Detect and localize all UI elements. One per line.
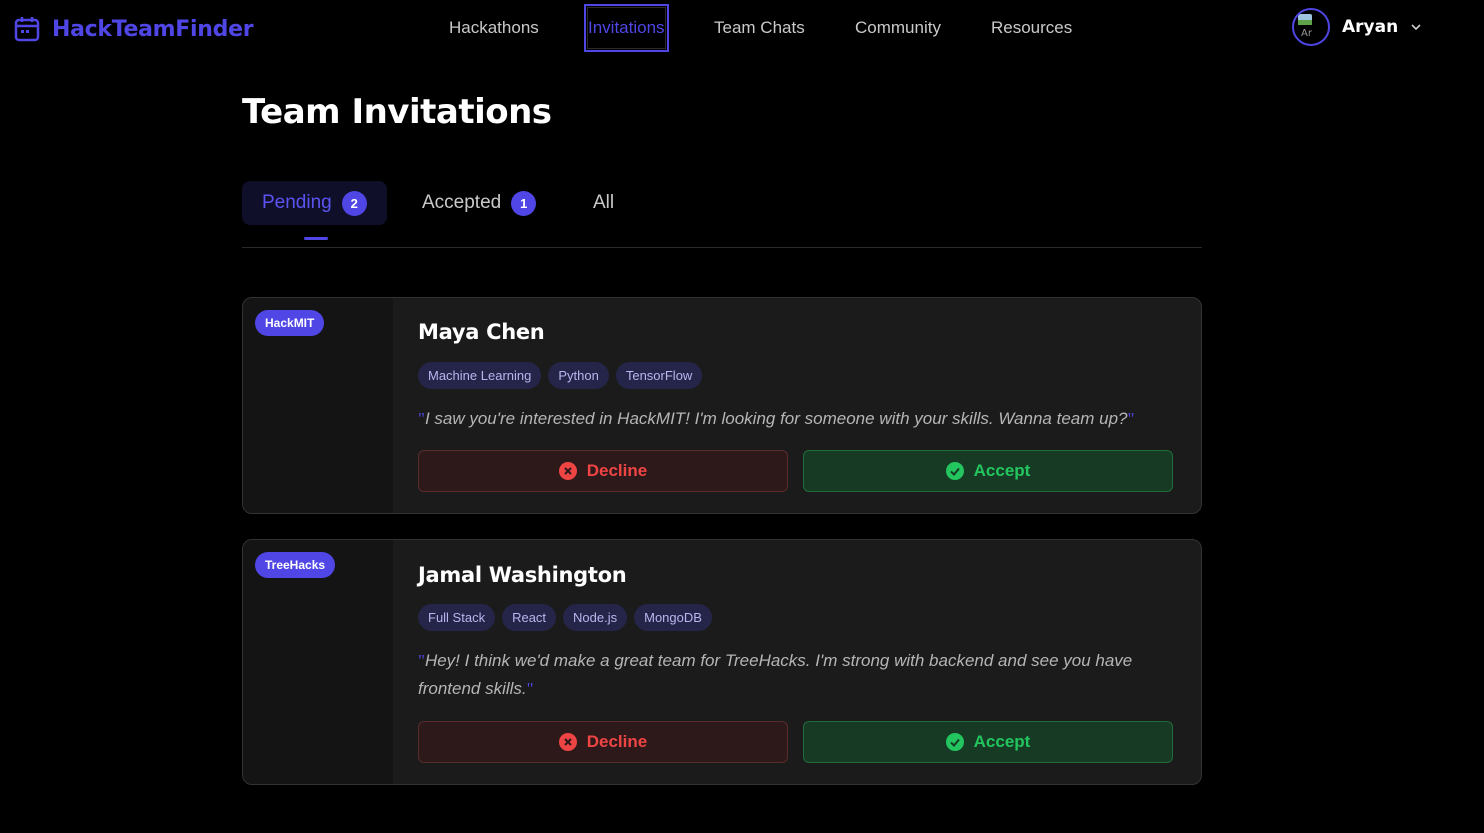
- count-badge: 2: [341, 190, 367, 216]
- card-sidebar: HackMIT: [243, 298, 393, 513]
- tab-label: All: [593, 192, 615, 213]
- logo-icon: [14, 17, 40, 42]
- broken-image-grass: [1298, 20, 1312, 25]
- skill-tag: MongoDB: [634, 604, 712, 631]
- card-sidebar: TreeHacks: [243, 540, 393, 784]
- invitation-message: "I saw you're interested in HackMIT! I'm…: [418, 405, 1176, 433]
- open-quote-icon: ": [418, 651, 425, 670]
- accept-label: Accept: [973, 732, 1031, 751]
- close-quote-icon: ": [1127, 409, 1135, 428]
- x-circle-icon: [558, 733, 577, 751]
- accept-label: Accept: [973, 461, 1031, 480]
- inviter-name: Maya Chen: [418, 320, 545, 344]
- message-text: Hey! I think we'd make a great team for …: [418, 651, 1133, 698]
- nav-item-team-chats[interactable]: Team Chats: [714, 4, 805, 52]
- avatar-alt-text: Ar: [1301, 28, 1312, 39]
- message-text: I saw you're interested in HackMIT! I'm …: [424, 409, 1128, 428]
- accept-button[interactable]: Accept: [803, 450, 1173, 492]
- avatar[interactable]: Ar: [1292, 8, 1330, 46]
- invitation-message: "Hey! I think we'd make a great team for…: [418, 647, 1136, 703]
- skill-tag: Node.js: [563, 604, 628, 631]
- active-tab-indicator: [304, 237, 328, 240]
- logo[interactable]: HackTeamFinder: [14, 16, 254, 42]
- decline-button[interactable]: Decline: [418, 450, 788, 492]
- invitation-card: HackMIT Maya Chen Machine Learning Pytho…: [242, 297, 1202, 514]
- skill-tag: Machine Learning: [418, 362, 542, 389]
- tab-all[interactable]: All: [593, 181, 614, 225]
- tab-accepted[interactable]: Accepted 1: [422, 181, 537, 225]
- nav-item-community[interactable]: Community: [855, 4, 941, 52]
- invitation-tabs: Pending 2 Accepted 1 All: [242, 181, 1202, 248]
- nav-item-hackathons[interactable]: Hackathons: [449, 4, 539, 52]
- event-badge: HackMIT: [255, 310, 325, 336]
- chevron-down-icon: [1411, 24, 1421, 31]
- user-menu[interactable]: Ar Aryan: [1292, 8, 1422, 46]
- count-badge: 1: [511, 190, 537, 216]
- skill-tag: React: [502, 604, 557, 631]
- decline-label: Decline: [586, 461, 648, 480]
- skill-tag: Python: [548, 362, 609, 389]
- tab-label: Accepted: [422, 192, 502, 213]
- check-circle-icon: [945, 462, 964, 480]
- accept-button[interactable]: Accept: [803, 721, 1173, 763]
- invitation-card: TreeHacks Jamal Washington Full Stack Re…: [242, 539, 1202, 785]
- nav-item-invitations[interactable]: Invitations: [584, 4, 669, 52]
- top-navbar: HackTeamFinder Hackathons Invitations Te…: [0, 0, 1484, 60]
- skill-tags: Machine Learning Python TensorFlow: [418, 362, 703, 389]
- page-title: Team Invitations: [242, 92, 552, 132]
- skill-tags: Full Stack React Node.js MongoDB: [418, 604, 712, 631]
- app-name: HackTeamFinder: [52, 16, 254, 42]
- skill-tag: TensorFlow: [615, 362, 703, 389]
- check-circle-icon: [945, 733, 964, 751]
- decline-label: Decline: [586, 732, 648, 751]
- x-circle-icon: [558, 462, 577, 480]
- nav-item-resources[interactable]: Resources: [991, 4, 1072, 52]
- close-quote-icon: ": [526, 679, 534, 698]
- event-badge: TreeHacks: [255, 552, 336, 578]
- open-quote-icon: ": [418, 409, 425, 428]
- tab-pending[interactable]: Pending 2: [242, 181, 387, 225]
- inviter-name: Jamal Washington: [418, 563, 627, 587]
- decline-button[interactable]: Decline: [418, 721, 788, 763]
- user-name: Aryan: [1342, 17, 1399, 37]
- tab-label: Pending: [262, 192, 332, 213]
- skill-tag: Full Stack: [418, 604, 496, 631]
